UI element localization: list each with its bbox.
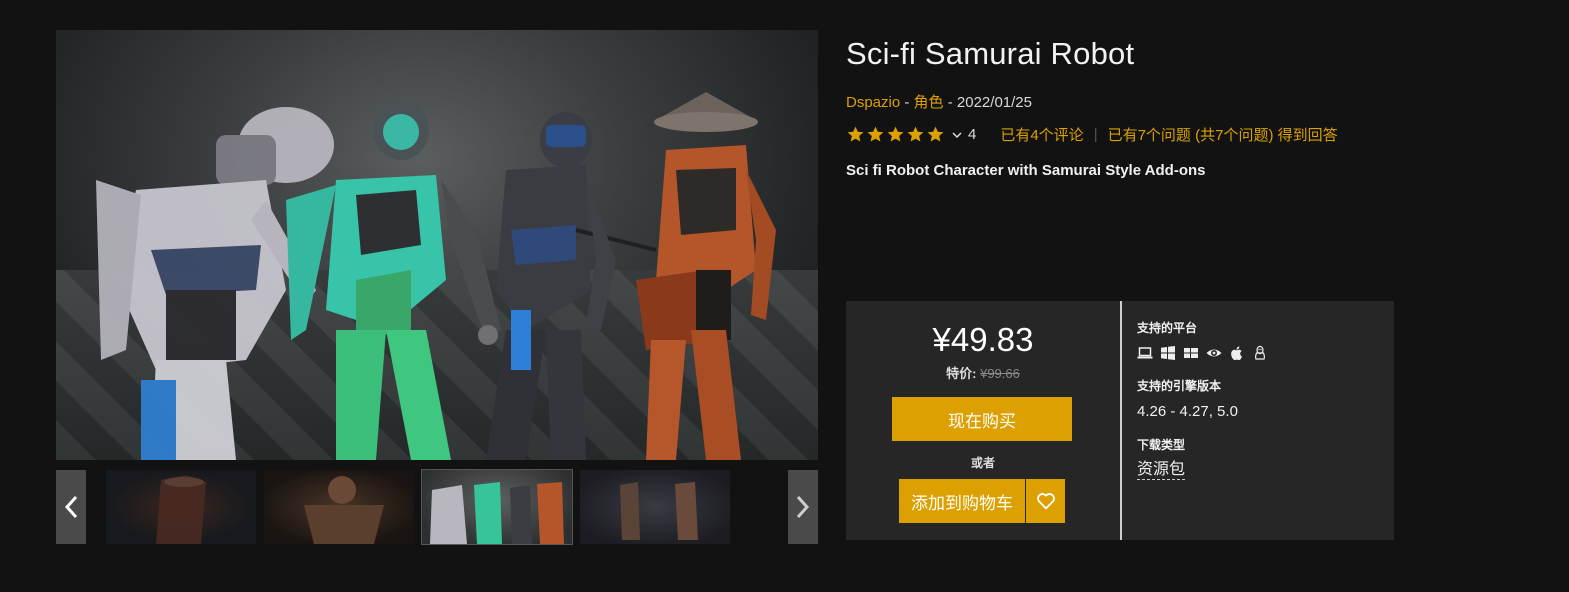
carousel-prev-button[interactable] [56,470,86,544]
sale-price-row: 特价: ¥99.66 [846,363,1120,382]
author-link[interactable]: Dspazio [846,94,900,111]
thumbnail-4-image [620,482,698,540]
wishlist-button[interactable] [1026,479,1065,523]
meta-separator: - [943,94,957,111]
star-icon [847,126,864,142]
original-price: ¥99.66 [980,366,1020,381]
linux-icon [1255,345,1265,360]
carousel-next-button[interactable] [788,470,818,544]
platforms-label: 支持的平台 [1137,321,1198,335]
thumbnail-3[interactable] [421,469,573,545]
download-type-label: 下载类型 [1137,438,1186,452]
heart-icon [1036,493,1055,510]
star-icon [887,126,904,142]
thumbnail-4[interactable] [580,470,730,544]
release-date: 2022/01/25 [956,94,1032,111]
windows-icon [1161,346,1175,360]
robot-dark [486,112,657,460]
thumbnail-3-image [430,482,564,544]
robot-illustration [96,92,776,460]
rating-row: 4 已有4个评论 | 已有7个问题 (共7个问题) 得到回答 [846,124,1338,145]
windows-store-icon [1184,348,1198,358]
star-icon [867,126,884,142]
rating-count: 4 [968,126,977,143]
engine-version-value: 4.26 - 4.27, 5.0 [1137,403,1238,420]
questions-link[interactable]: 已有7个问题 (共7个问题) 得到回答 [1108,124,1338,145]
eye-vr-icon [1206,349,1222,357]
price: ¥49.83 [932,321,1034,358]
main-product-image [56,30,818,460]
reviews-link[interactable]: 已有4个评论 [1000,124,1083,145]
platform-icons [1137,345,1268,361]
chevron-right-icon [796,495,810,519]
thumbnail-1-image [156,475,206,544]
robot-orange [636,92,776,460]
product-meta: Dspazio - 角色 - 2022/01/25 [846,91,1032,112]
laptop-icon [1137,347,1153,359]
divider: | [1093,126,1098,143]
sale-label: 特价: [946,366,977,381]
category-link[interactable]: 角色 [914,94,944,111]
chevron-left-icon [64,495,78,519]
panel-divider [1120,301,1122,540]
thumbnail-2[interactable] [264,470,414,544]
apple-icon [1231,346,1242,361]
or-label: 或者 [970,456,995,470]
star-icon [927,126,944,142]
short-description: Sci fi Robot Character with Samurai Styl… [846,162,1206,179]
chevron-down-icon [952,131,962,138]
add-to-cart-button[interactable]: 添加到购物车 [899,479,1025,523]
thumbnail-1[interactable] [106,470,256,544]
buy-now-button[interactable]: 现在购买 [892,397,1072,441]
thumbnail-2-image [304,476,384,544]
product-title: Sci-fi Samurai Robot [846,36,1135,71]
star-icon [907,126,924,142]
engine-version-label: 支持的引擎版本 [1137,379,1222,393]
meta-separator: - [900,94,914,111]
download-type-value[interactable]: 资源包 [1137,461,1186,480]
star-rating[interactable]: 4 [846,125,976,144]
